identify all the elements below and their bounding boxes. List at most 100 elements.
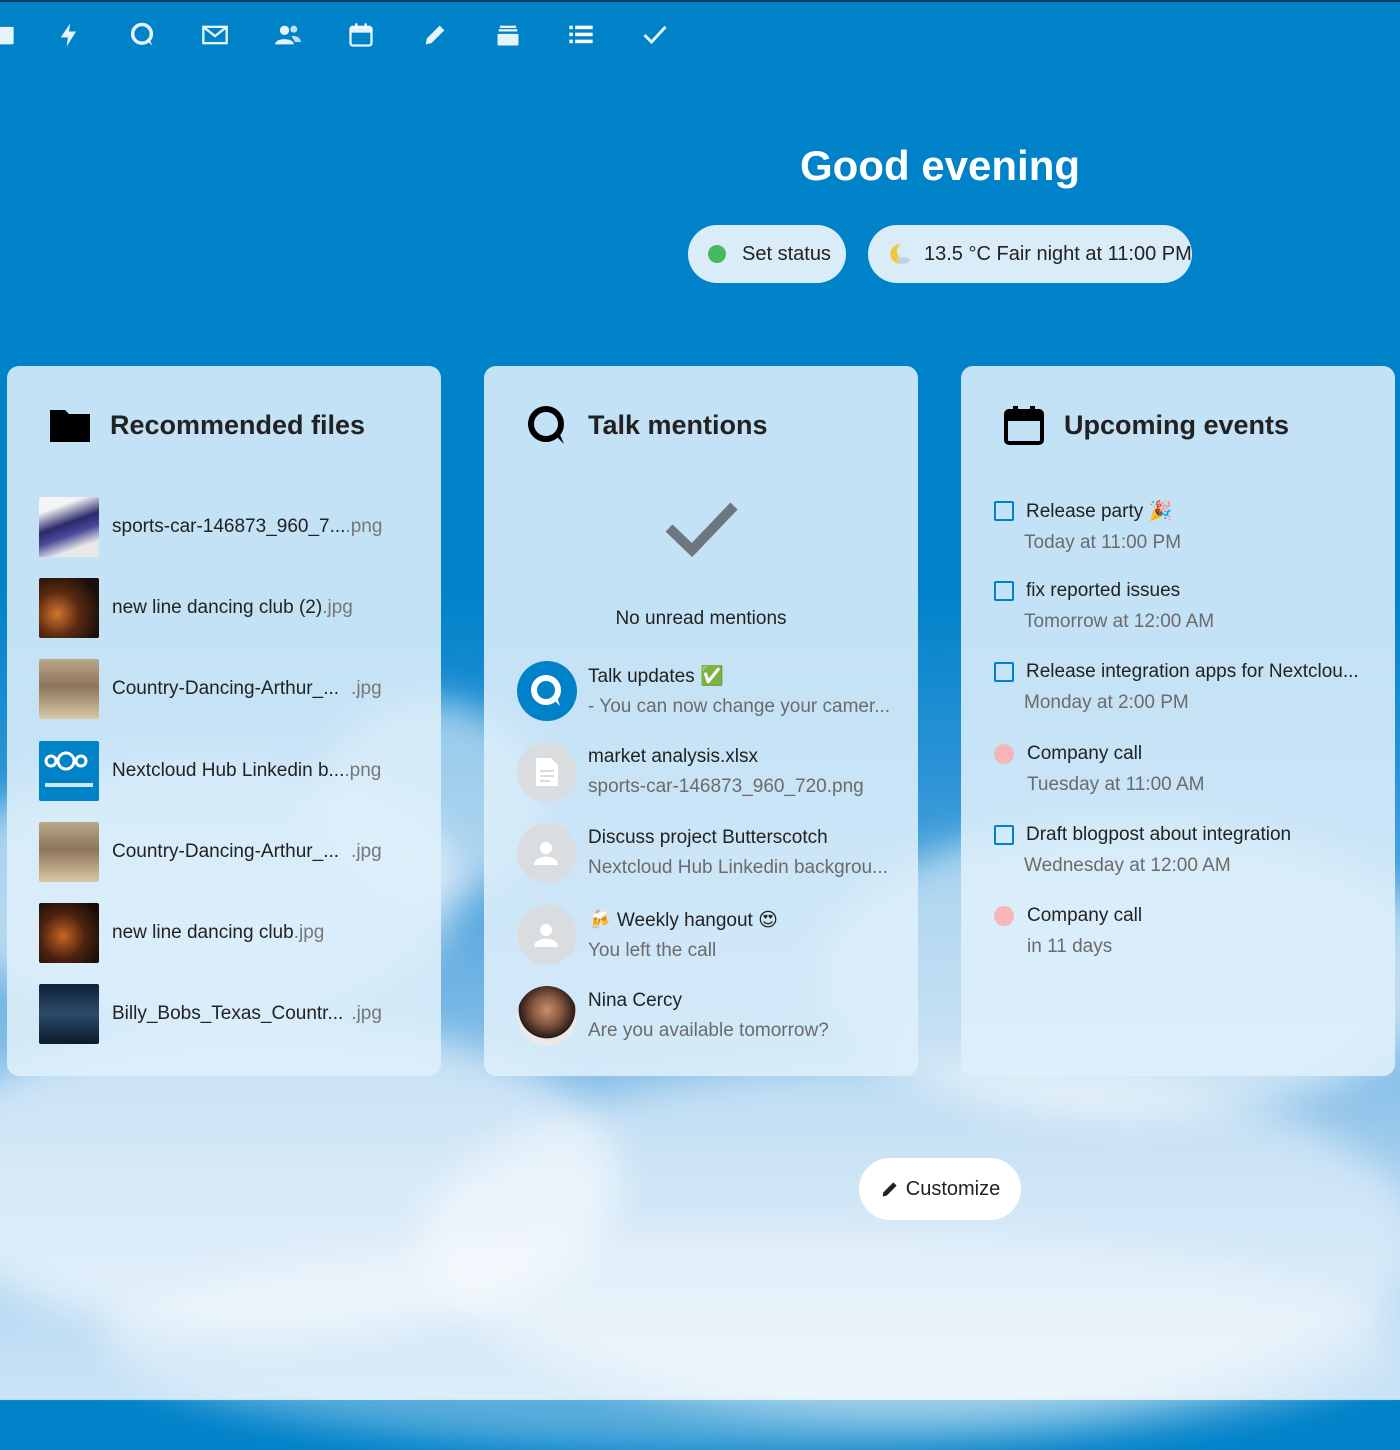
event-title: Draft blogpost about integration (1026, 824, 1292, 845)
recommended-files-panel (7, 366, 441, 1076)
tasks-icon[interactable] (565, 18, 597, 52)
file-extension: .png (344, 760, 382, 781)
file-item[interactable]: Billy_Bobs_Texas_Countr... .jpg (39, 983, 382, 1045)
event-item[interactable]: Release party 🎉 Today at 11:00 PM (994, 499, 1374, 554)
group-icon (534, 924, 558, 947)
conversation-item[interactable]: Nina Cercy Are you available tomorrow? (517, 985, 897, 1047)
event-title: Company call (1027, 905, 1143, 926)
file-thumbnail (39, 659, 99, 719)
file-item[interactable]: new line dancing club .jpg (39, 902, 324, 964)
event-item[interactable]: Company call Tuesday at 11:00 AM (994, 743, 1374, 796)
weather-label: 13.5 °C Fair night at 11:00 PM (924, 242, 1192, 265)
file-extension: .png (345, 516, 383, 537)
file-name: new line dancing club (112, 922, 294, 943)
file-item[interactable]: sports-car-146873_960_7... .png (39, 496, 382, 558)
activity-icon[interactable] (53, 18, 85, 52)
set-status-button[interactable]: Set status (688, 225, 846, 283)
event-time: in 11 days (1027, 936, 1113, 957)
top-border (0, 0, 1400, 2)
conversation-item[interactable]: 🍻 Weekly hangout 😍 You left the call (517, 904, 897, 966)
task-checkbox[interactable] (994, 825, 1014, 845)
task-checkbox[interactable] (994, 581, 1014, 601)
task-checkbox[interactable] (994, 501, 1014, 521)
recommended-files-title: Recommended files (110, 409, 366, 440)
file-extension: .jpg (293, 922, 325, 943)
app-navigation (0, 0, 1400, 70)
event-item[interactable]: fix reported issues Tomorrow at 12:00 AM (994, 580, 1374, 633)
event-item[interactable]: Company call in 11 days (994, 905, 1374, 958)
folder-icon (50, 410, 90, 442)
talk-icon (528, 406, 564, 444)
calendar-icon[interactable] (345, 18, 377, 52)
file-thumbnail (39, 903, 99, 963)
file-item[interactable]: Nextcloud Hub Linkedin b... .png (39, 740, 381, 802)
conversation-title: Nina Cercy (588, 990, 682, 1011)
conversation-preview: Are you available tomorrow? (588, 1020, 829, 1041)
conversation-preview: - You can now change your camer... (588, 696, 891, 717)
user-avatar (517, 986, 577, 1046)
weather-status-button[interactable]: 13.5 °C Fair night at 11:00 PM (868, 225, 1192, 283)
notes-icon[interactable] (419, 18, 451, 52)
deck-icon[interactable] (492, 18, 524, 52)
event-title: fix reported issues (1026, 580, 1181, 601)
customize-button[interactable]: Customize (859, 1158, 1021, 1220)
mail-icon[interactable] (199, 18, 231, 52)
file-extension: .jpg (322, 597, 353, 618)
file-thumbnail (39, 497, 99, 557)
file-item[interactable]: Country-Dancing-Arthur_... .jpg (39, 658, 382, 720)
conversation-title: Talk updates ✅ (588, 666, 724, 687)
nextcloud-logo-icon (44, 751, 93, 787)
event-time: Tomorrow at 12:00 AM (1024, 611, 1215, 632)
file-conversation-avatar (517, 742, 577, 802)
empty-mentions-text: No unread mentions (615, 608, 787, 629)
talk-updates-avatar (517, 661, 577, 721)
event-time: Today at 11:00 PM (1024, 532, 1182, 553)
conversation-item[interactable]: Talk updates ✅ - You can now change your… (517, 660, 897, 722)
moon-icon (890, 244, 910, 264)
customize-label: Customize (905, 1177, 1001, 1200)
file-name: sports-car-146873_960_7... (112, 516, 346, 537)
conversation-title: 🍻 Weekly hangout 😍 (588, 910, 778, 931)
recommended-files-header: Recommended files (50, 400, 365, 450)
file-item[interactable]: Country-Dancing-Arthur_... .jpg (39, 821, 382, 883)
talk-icon (531, 675, 561, 706)
file-extension: .jpg (351, 1003, 382, 1024)
document-icon (536, 758, 558, 786)
file-name: Nextcloud Hub Linkedin b... (112, 760, 345, 781)
event-item[interactable]: Draft blogpost about integration Wednesd… (994, 824, 1374, 877)
event-title: Release integration apps for Nextclou... (1026, 661, 1359, 682)
file-item[interactable]: new line dancing club (2) .jpg (39, 577, 353, 639)
file-name: new line dancing club (2) (112, 597, 323, 618)
file-thumbnail (39, 822, 99, 882)
check-icon[interactable] (639, 18, 671, 52)
upcoming-events-title: Upcoming events (1064, 409, 1290, 440)
event-time: Monday at 2:00 PM (1024, 692, 1189, 713)
event-time: Wednesday at 12:00 AM (1024, 855, 1231, 876)
conversation-preview: Nextcloud Hub Linkedin backgrou... (588, 857, 888, 878)
event-color-dot (994, 906, 1014, 926)
set-status-label: Set status (742, 242, 831, 265)
files-icon[interactable] (0, 18, 18, 52)
conversation-item[interactable]: Discuss project Butterscotch Nextcloud H… (517, 822, 897, 884)
conversation-preview: You left the call (588, 940, 717, 961)
conversation-item[interactable]: market analysis.xlsx sports-car-146873_9… (517, 741, 897, 803)
conversation-title: Discuss project Butterscotch (588, 827, 828, 848)
file-thumbnail (39, 741, 99, 801)
status-online-icon (708, 245, 726, 263)
conversation-title: market analysis.xlsx (588, 746, 758, 767)
file-extension: .jpg (351, 678, 382, 699)
event-color-dot (994, 744, 1014, 764)
file-thumbnail (39, 984, 99, 1044)
task-checkbox[interactable] (994, 662, 1014, 682)
checkmark-icon (665, 502, 738, 558)
talk-icon[interactable] (126, 18, 158, 52)
group-icon (534, 842, 558, 865)
contacts-icon[interactable] (272, 18, 304, 52)
pencil-icon (882, 1182, 897, 1197)
file-name: Billy_Bobs_Texas_Countr... (112, 1003, 344, 1024)
event-time: Tuesday at 11:00 AM (1027, 774, 1205, 795)
file-thumbnail (39, 578, 99, 638)
greeting-heading: Good evening (799, 142, 1080, 189)
talk-mentions-header: Talk mentions (526, 400, 768, 450)
event-item[interactable]: Release integration apps for Nextclou...… (994, 661, 1374, 714)
